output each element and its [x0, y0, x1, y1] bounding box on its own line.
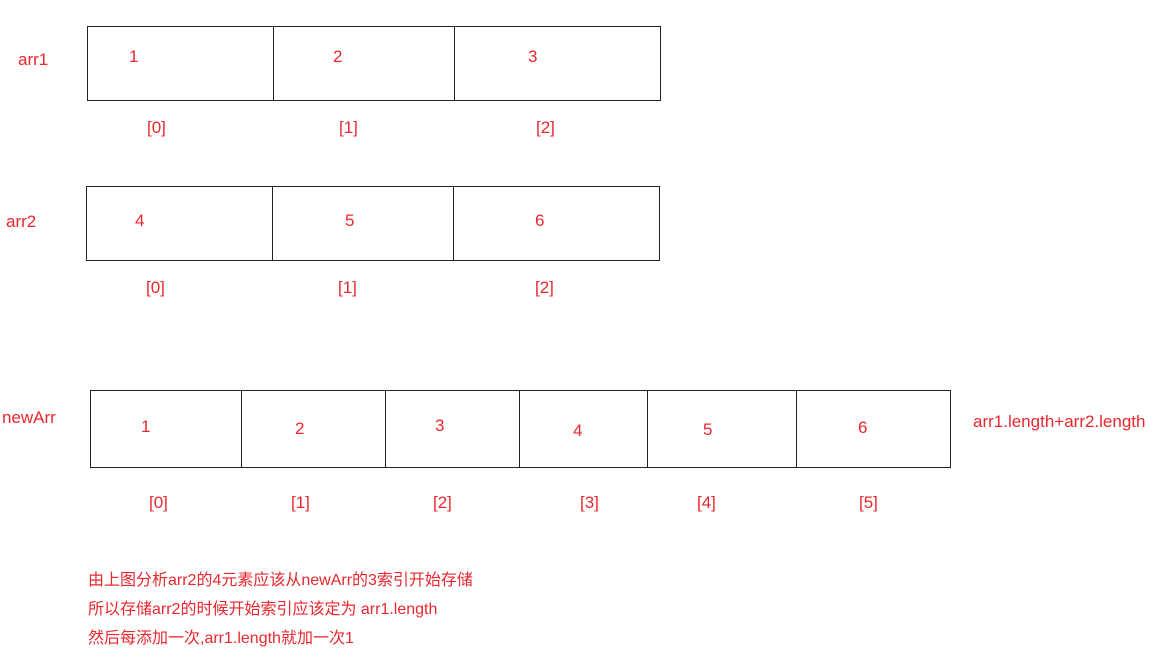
arr1-cell-value: 2 [333, 47, 343, 66]
newarr-length-note: arr1.length+arr2.length [973, 412, 1146, 431]
newarr-index: [1] [291, 493, 310, 512]
newarr-cell-value: 2 [295, 419, 305, 438]
arr1-cell-value: 3 [528, 47, 538, 66]
arr1-divider [273, 27, 274, 100]
arr2-index: [0] [146, 278, 165, 297]
newarr-index: [5] [859, 493, 878, 512]
arr2-label: arr2 [6, 212, 37, 231]
arr2-cell-value: 4 [135, 211, 145, 230]
newarr-divider [241, 391, 242, 467]
newarr-cell-value: 5 [703, 420, 713, 439]
arr2-cell-value: 5 [345, 211, 355, 230]
explanation-line: 由上图分析arr2的4元素应该从newArr的3索引开始存储 [88, 572, 473, 589]
newarr-index: [2] [433, 493, 452, 512]
newarr-cell-value: 6 [858, 418, 868, 437]
newarr-index: [4] [697, 493, 716, 512]
arr2-divider [453, 187, 454, 260]
newarr-divider [796, 391, 797, 467]
newarr-divider [647, 391, 648, 467]
arr2-divider [272, 187, 273, 260]
newarr-cell-value: 1 [141, 417, 151, 436]
newarr-index: [0] [149, 493, 168, 512]
arr2-box: 4 5 6 [86, 186, 660, 261]
arr2-index: [1] [338, 278, 357, 297]
arr2-cell-value: 6 [535, 211, 545, 230]
explanation-line: 所以存储arr2的时候开始索引应该定为 arr1.length [88, 601, 438, 618]
arr1-cell-value: 1 [129, 47, 139, 66]
newarr-index: [3] [580, 493, 599, 512]
arr1-label: arr1 [18, 50, 49, 69]
newarr-divider [519, 391, 520, 467]
newarr-label: newArr [2, 408, 56, 427]
newarr-box: 1 2 3 4 5 6 [90, 390, 951, 468]
arr1-box: 1 2 3 [87, 26, 661, 101]
newarr-divider [385, 391, 386, 467]
arr1-index: [2] [536, 118, 555, 137]
newarr-cell-value: 3 [435, 416, 445, 435]
arr1-divider [454, 27, 455, 100]
arr1-index: [0] [147, 118, 166, 137]
explanation-line: 然后每添加一次,arr1.length就加一次1 [88, 630, 354, 647]
newarr-cell-value: 4 [573, 421, 583, 440]
arr2-index: [2] [535, 278, 554, 297]
arr1-index: [1] [339, 118, 358, 137]
